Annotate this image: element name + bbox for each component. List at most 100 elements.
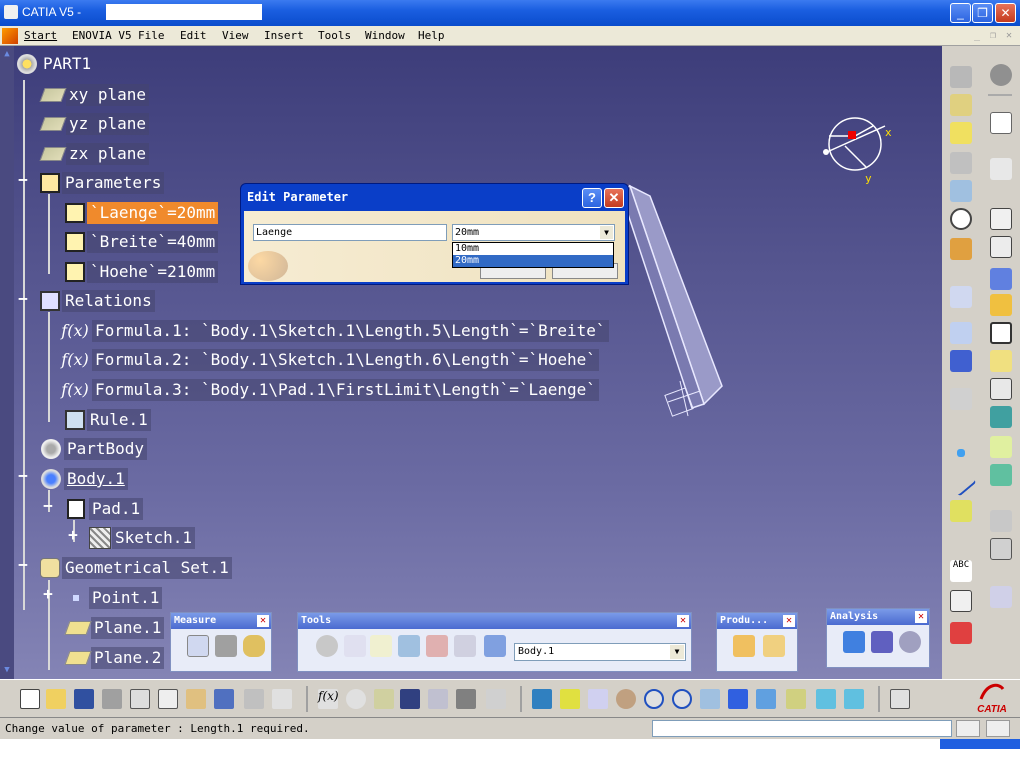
profile-tool-icon[interactable] xyxy=(990,236,1012,258)
compass-widget[interactable]: x y xyxy=(815,106,905,186)
analysis-toolbar-close-icon[interactable]: ✕ xyxy=(915,611,927,623)
menu-help[interactable]: Help xyxy=(418,29,445,42)
fit-all-icon[interactable] xyxy=(560,689,580,709)
flag-note-icon[interactable] xyxy=(950,590,972,612)
tree-node-partbody[interactable]: PartBody xyxy=(38,437,148,461)
tree-node-formula-2[interactable]: f(x) Formula.2: `Body.1\Sketch.1\Length.… xyxy=(60,348,599,372)
scroll-up-arrow[interactable]: ▲ xyxy=(1,48,13,60)
position-sketch-icon[interactable] xyxy=(990,208,1012,230)
tools-toolbar-close-icon[interactable]: ✕ xyxy=(677,615,689,627)
command-input[interactable] xyxy=(652,720,952,737)
comment-icon[interactable] xyxy=(346,689,366,709)
pattern-icon[interactable] xyxy=(950,350,972,372)
tree-node-param-laenge[interactable]: `Laenge`=20mm xyxy=(63,201,219,225)
hole-tool-icon[interactable] xyxy=(950,122,972,144)
collapse-pad-icon[interactable]: − xyxy=(41,498,55,514)
tree-node-parameters[interactable]: Parameters xyxy=(38,171,165,195)
geometry-canvas[interactable]: ▲ ▼ PART1 xy plane yz plane zx plane − P… xyxy=(0,46,942,679)
extract-icon[interactable] xyxy=(990,538,1012,560)
draft-analysis-icon[interactable] xyxy=(843,631,865,653)
plane-tool-icon-2[interactable] xyxy=(950,500,972,522)
dropdown-option-10mm[interactable]: 10mm xyxy=(453,243,613,255)
transformation-icon[interactable] xyxy=(950,286,972,308)
assembly-icon[interactable] xyxy=(990,586,1012,608)
curvature-analysis-icon[interactable] xyxy=(871,631,893,653)
tree-scrollbar[interactable]: ▲ ▼ xyxy=(0,46,14,679)
minimize-button[interactable]: _ xyxy=(950,3,971,23)
print-icon[interactable] xyxy=(102,689,122,709)
copy-icon[interactable] xyxy=(158,689,178,709)
doc-close-button[interactable]: ✕ xyxy=(1002,29,1016,42)
save-icon[interactable] xyxy=(74,689,94,709)
only-current-body-icon[interactable] xyxy=(426,635,448,657)
dialog-close-button[interactable]: ✕ xyxy=(604,188,624,208)
equivalent-dimensions-icon[interactable] xyxy=(486,689,506,709)
update-icon[interactable] xyxy=(316,635,338,657)
create-datum-icon[interactable] xyxy=(398,635,420,657)
gear-icon[interactable] xyxy=(990,64,1012,86)
measure-inertia-icon[interactable] xyxy=(243,635,265,657)
list-icon[interactable] xyxy=(454,635,476,657)
tree-node-rule[interactable]: Rule.1 xyxy=(63,408,151,432)
open-icon[interactable] xyxy=(46,689,66,709)
body-selector-icon[interactable] xyxy=(484,635,506,657)
tree-node-zx-plane[interactable]: zx plane xyxy=(38,142,150,166)
menu-tools[interactable]: Tools xyxy=(318,29,351,42)
constraint-tool-icon[interactable] xyxy=(990,268,1012,290)
zoom-in-icon[interactable] xyxy=(644,689,664,709)
target-icon[interactable] xyxy=(950,208,972,230)
law-icon[interactable] xyxy=(428,689,448,709)
pan-icon[interactable] xyxy=(588,689,608,709)
redo-icon[interactable] xyxy=(244,689,264,709)
menu-enovia[interactable]: ENOVIA V5 xyxy=(72,29,132,42)
collapse-parameters-icon[interactable]: − xyxy=(16,172,30,188)
split-icon[interactable] xyxy=(990,406,1012,428)
multi-view-icon[interactable] xyxy=(728,689,748,709)
axis-system-icon[interactable] xyxy=(344,635,366,657)
menu-file[interactable]: File xyxy=(138,29,165,42)
dialog-help-button[interactable]: ? xyxy=(582,188,602,208)
tree-node-sketch[interactable]: Sketch.1 xyxy=(88,526,196,550)
rotate-icon[interactable] xyxy=(616,689,636,709)
maximize-button[interactable]: ❐ xyxy=(972,3,993,23)
porcupine-analysis-icon[interactable] xyxy=(899,631,921,653)
current-body-select[interactable]: Body.1 ▼ xyxy=(514,643,686,661)
shading-icon[interactable] xyxy=(786,689,806,709)
swap-visible-space-icon[interactable] xyxy=(844,689,864,709)
fillet-tool-icon[interactable] xyxy=(950,238,972,260)
expand-sketch-icon[interactable]: + xyxy=(66,527,80,543)
tree-node-xy-plane[interactable]: xy plane xyxy=(38,83,150,107)
parameter-value-select[interactable]: 20mm ▼ xyxy=(452,224,615,241)
tree-node-formula-3[interactable]: f(x) Formula.3: `Body.1\Pad.1\FirstLimit… xyxy=(60,378,599,402)
scroll-down-arrow[interactable]: ▼ xyxy=(1,664,13,676)
tree-node-param-hoehe[interactable]: `Hoehe`=210mm xyxy=(63,260,219,284)
chevron-down-icon[interactable]: ▼ xyxy=(670,645,684,659)
close-window-button[interactable]: ✕ xyxy=(995,3,1016,23)
measure-item-icon[interactable] xyxy=(215,635,237,657)
work-on-support-icon[interactable] xyxy=(370,635,392,657)
measure-between-icon[interactable] xyxy=(187,635,209,657)
product-icon-1[interactable] xyxy=(733,635,755,657)
zoom-out-icon[interactable] xyxy=(672,689,692,709)
collapse-relations-icon[interactable]: − xyxy=(16,291,30,307)
tree-node-formula-1[interactable]: f(x) Formula.1: `Body.1\Sketch.1\Length.… xyxy=(60,319,609,343)
tolerance-icon[interactable] xyxy=(950,622,972,644)
tree-node-pad[interactable]: Pad.1 xyxy=(63,497,144,521)
pad-tool-icon[interactable] xyxy=(950,66,972,88)
mirror-icon[interactable] xyxy=(950,322,972,344)
multi-section-icon[interactable] xyxy=(950,180,972,202)
collapse-geoset-icon[interactable]: − xyxy=(16,557,30,573)
cut-icon[interactable] xyxy=(130,689,150,709)
plane-tool-icon[interactable] xyxy=(990,350,1012,372)
tree-node-plane-2[interactable]: Plane.2 xyxy=(63,646,165,670)
normal-view-icon[interactable] xyxy=(700,689,720,709)
wall-tool-icon[interactable] xyxy=(990,510,1012,532)
tree-node-param-breite[interactable]: `Breite`=40mm xyxy=(63,230,219,254)
tree-node-yz-plane[interactable]: yz plane xyxy=(38,112,150,136)
knowledge-icon[interactable] xyxy=(374,689,394,709)
lock-icon[interactable] xyxy=(456,689,476,709)
dropdown-option-20mm[interactable]: 20mm xyxy=(453,255,613,267)
paste-icon[interactable] xyxy=(186,689,206,709)
chevron-down-icon[interactable]: ▼ xyxy=(600,226,613,239)
measure-toolbar-close-icon[interactable]: ✕ xyxy=(257,615,269,627)
